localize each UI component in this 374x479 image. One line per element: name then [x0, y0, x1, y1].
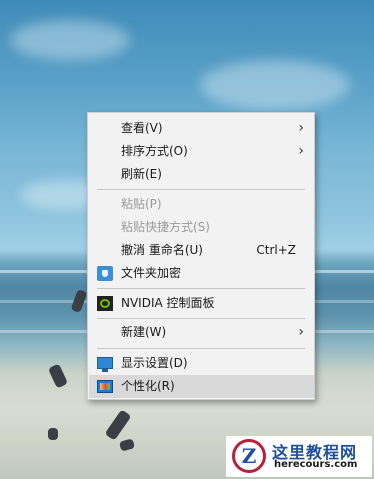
menu-separator	[97, 348, 305, 349]
personalize-icon	[97, 380, 113, 393]
chevron-right-icon: ›	[298, 143, 304, 159]
menu-item-view[interactable]: 查看(V) ›	[89, 117, 314, 140]
menu-separator	[97, 288, 305, 289]
menu-item-folder-encrypt[interactable]: 文件夹加密	[89, 262, 314, 285]
menu-separator	[97, 318, 305, 319]
watermark-logo: Z	[232, 439, 266, 473]
menu-item-label: 排序方式(O)	[121, 144, 188, 158]
nvidia-icon	[97, 296, 113, 311]
menu-item-label: 新建(W)	[121, 325, 167, 339]
display-icon	[97, 357, 113, 372]
chevron-right-icon: ›	[298, 324, 304, 340]
menu-item-label: 个性化(R)	[121, 379, 175, 393]
site-watermark: Z 这里教程网 herecours.com	[226, 436, 372, 477]
menu-item-label: NVIDIA 控制面板	[121, 296, 215, 310]
menu-item-refresh[interactable]: 刷新(E)	[89, 163, 314, 186]
menu-item-label: 查看(V)	[121, 121, 163, 135]
watermark-url: herecours.com	[274, 459, 358, 470]
menu-item-paste: 粘贴(P)	[89, 193, 314, 216]
jumping-figure-leg	[47, 363, 69, 389]
cloud	[200, 60, 350, 110]
context-menu: 查看(V) › 排序方式(O) › 刷新(E) 粘贴(P) 粘贴快捷方式(S) …	[87, 112, 315, 400]
menu-item-label: 撤消 重命名(U)	[121, 243, 203, 257]
menu-item-shortcut: Ctrl+Z	[256, 243, 296, 257]
menu-item-nvidia-control-panel[interactable]: NVIDIA 控制面板	[89, 292, 314, 315]
menu-item-label: 粘贴快捷方式(S)	[121, 220, 210, 234]
menu-item-paste-shortcut: 粘贴快捷方式(S)	[89, 216, 314, 239]
menu-item-sort-by[interactable]: 排序方式(O) ›	[89, 140, 314, 163]
menu-item-label: 刷新(E)	[121, 167, 162, 181]
jumping-figure-leg	[104, 409, 132, 441]
cloud	[10, 20, 130, 60]
menu-separator	[97, 189, 305, 190]
menu-item-personalize[interactable]: 个性化(R)	[89, 375, 314, 398]
jumping-figure-foot	[48, 428, 58, 440]
menu-item-label: 显示设置(D)	[121, 356, 188, 370]
menu-item-label: 文件夹加密	[121, 266, 182, 280]
menu-item-label: 粘贴(P)	[121, 197, 162, 211]
jumping-figure-foot	[118, 438, 136, 452]
menu-item-display-settings[interactable]: 显示设置(D)	[89, 352, 314, 375]
menu-item-new[interactable]: 新建(W) ›	[89, 321, 314, 344]
chevron-right-icon: ›	[298, 120, 304, 136]
folder-shield-icon	[97, 266, 113, 281]
menu-item-undo-rename[interactable]: 撤消 重命名(U) Ctrl+Z	[89, 239, 314, 262]
watermark-logo-letter: Z	[241, 444, 257, 468]
